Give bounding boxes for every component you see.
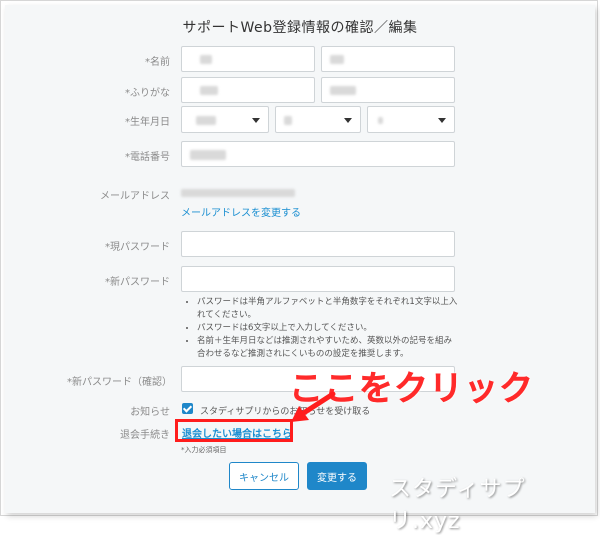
chevron-down-icon <box>438 118 446 123</box>
profile-edit-panel: サポートWeb登録情報の確認／編集 *名前 *ふりがな *生年月日 *電話番号 … <box>5 5 595 534</box>
watermark: スタディサプリ.xyz <box>389 477 526 534</box>
password-hint-item: パスワードは半角アルファベットと半角数字をそれぞれ1文字以上入れてください。 <box>197 296 459 322</box>
notice-label: お知らせ <box>130 407 170 418</box>
chevron-down-icon <box>344 118 352 123</box>
birth-year-select[interactable] <box>181 106 269 133</box>
change-email-link[interactable]: メールアドレスを変更する <box>181 204 301 219</box>
phone-label: *電話番号 <box>125 152 170 163</box>
password-hint-item: 名前＋生年月日などは推測されやすいため、英数以外の記号を組み合わせるなど推測され… <box>197 335 459 361</box>
email-label: メールアドレス <box>100 191 170 202</box>
birth-month-select[interactable] <box>275 106 361 133</box>
highlight-box <box>175 419 293 442</box>
page-title: サポートWeb登録情報の確認／編集 <box>182 20 418 36</box>
notice-checkbox[interactable] <box>182 403 193 414</box>
email-value-redacted <box>181 189 295 197</box>
annotation-arrow-icon <box>291 391 336 422</box>
phone-input[interactable] <box>181 141 455 167</box>
withdraw-label: 退会手続き <box>120 430 170 441</box>
name-label: *名前 <box>145 57 170 68</box>
kana-label: *ふりがな <box>125 88 170 99</box>
first-name-kana-input[interactable] <box>321 77 455 103</box>
current-password-label: *現パスワード <box>105 242 170 253</box>
chevron-down-icon <box>252 118 260 123</box>
password-hints: パスワードは半角アルファベットと半角数字をそれぞれ1文字以上入れてください。 パ… <box>187 296 459 361</box>
submit-button[interactable]: 変更する <box>307 462 367 490</box>
last-name-input[interactable] <box>181 46 315 72</box>
new-password-input[interactable] <box>181 266 455 292</box>
confirm-password-label: *新パスワード（確認） <box>67 377 172 388</box>
last-name-kana-input[interactable] <box>181 77 315 103</box>
current-password-input[interactable] <box>181 231 455 257</box>
first-name-input[interactable] <box>321 46 455 72</box>
new-password-label: *新パスワード <box>105 277 170 288</box>
required-note: *入力必須項目 <box>181 446 227 454</box>
password-hint-item: パスワードは6文字以上で入力してください。 <box>197 322 459 335</box>
cancel-button[interactable]: キャンセル <box>229 462 299 490</box>
birthdate-label: *生年月日 <box>125 117 170 128</box>
birth-day-select[interactable] <box>367 106 455 133</box>
